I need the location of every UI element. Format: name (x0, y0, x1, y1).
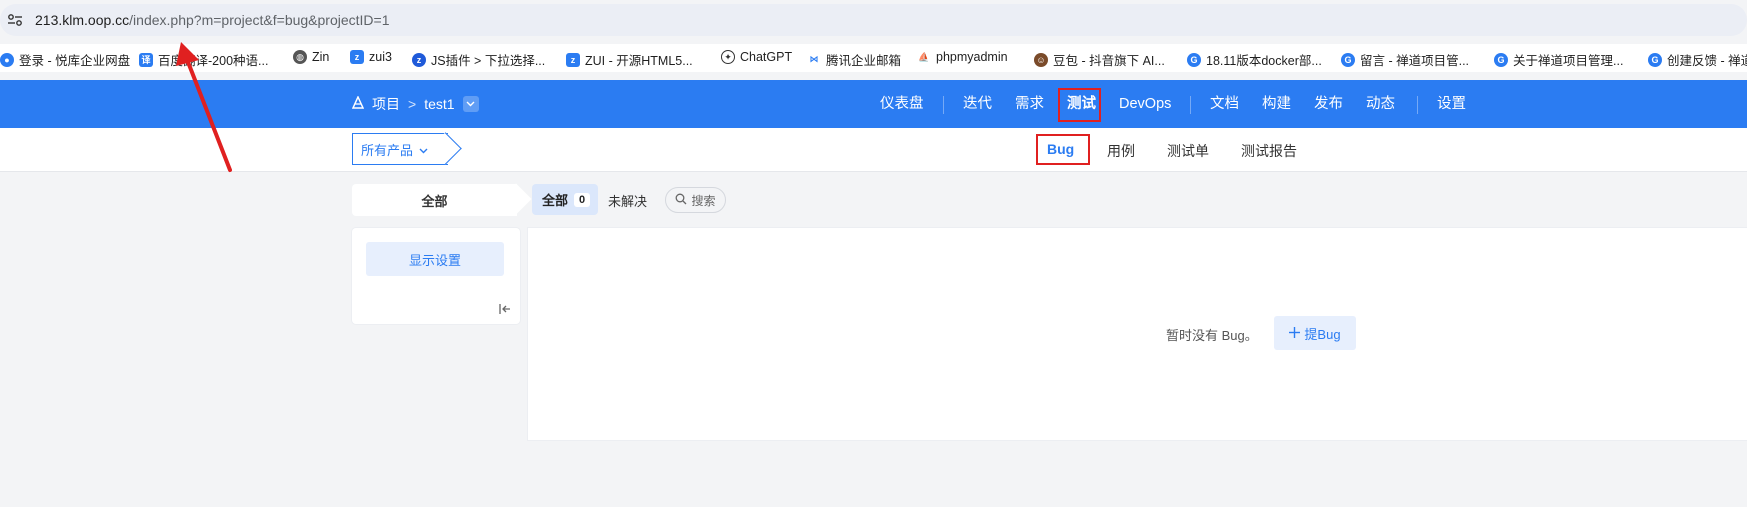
mail-icon: ⋈ (807, 52, 821, 67)
translate-icon: 译 (139, 52, 153, 67)
left-panel: 显示设置 (352, 228, 520, 324)
search-button[interactable]: 搜索 (665, 187, 726, 213)
highlight-box-testing (1058, 88, 1101, 122)
tab-testtask[interactable]: 测试单 (1167, 141, 1209, 161)
display-settings-button[interactable]: 显示设置 (366, 242, 504, 276)
add-bug-label: 提Bug (1304, 326, 1341, 342)
bookmark-label: ChatGPT (740, 50, 793, 64)
count-badge: 0 (574, 192, 591, 207)
bookmark-item[interactable]: ◍ Zin (293, 50, 329, 64)
plus-icon (1289, 326, 1301, 341)
main-panel: 暂时没有 Bug。 提Bug (528, 228, 1747, 440)
search-label: 搜索 (691, 193, 716, 208)
bookmark-item[interactable]: ⛵ phpmyadmin (917, 50, 1008, 64)
url-text[interactable]: 213.klm.oop.cc/index.php?m=project&f=bug… (35, 12, 390, 28)
phpmyadmin-icon: ⛵ (917, 50, 931, 64)
bookmark-label: 豆包 - 抖音旗下 AI... (1053, 54, 1165, 68)
bookmark-label: phpmyadmin (936, 50, 1008, 64)
nav-release[interactable]: 发布 (1314, 93, 1343, 115)
url-path: /index.php?m=project&f=bug&projectID=1 (129, 12, 390, 28)
nav-docs[interactable]: 文档 (1210, 93, 1239, 115)
filter-unresolved[interactable]: 未解决 (608, 191, 647, 210)
nav-divider (943, 96, 944, 114)
add-bug-button[interactable]: 提Bug (1274, 316, 1356, 350)
bookmark-item[interactable]: ● 登录 - 悦库企业网盘 (0, 50, 130, 69)
doubao-icon: ☺ (1034, 52, 1048, 67)
bookmark-label: zui3 (369, 50, 392, 64)
nav-activity[interactable]: 动态 (1366, 93, 1395, 115)
side-tab-label: 全部 (421, 193, 448, 209)
zentao-icon: G (1494, 52, 1508, 67)
nav-iteration[interactable]: 迭代 (963, 93, 992, 115)
nav-build[interactable]: 构建 (1262, 93, 1291, 115)
z-icon: z (412, 52, 426, 67)
product-select[interactable]: 所有产品 (352, 133, 448, 165)
product-select-label: 所有产品 (361, 142, 414, 158)
bookmark-item[interactable]: ☺ 豆包 - 抖音旗下 AI... (1034, 50, 1165, 69)
z-icon: z (350, 50, 364, 64)
globe-icon: ◍ (293, 50, 307, 64)
address-bar[interactable]: 213.klm.oop.cc/index.php?m=project&f=bug… (0, 4, 1747, 36)
bookmark-item[interactable]: ⋈ 腾讯企业邮箱 (807, 50, 901, 69)
site-info-icon[interactable] (4, 10, 26, 30)
nav-divider (1190, 96, 1191, 114)
side-tab-all[interactable]: 全部 (352, 184, 517, 216)
bookmark-label: 创建反馈 - 禅道 (1667, 54, 1747, 68)
sub-header: 所有产品 Bug 用例 测试单 测试报告 (0, 128, 1747, 172)
bookmark-item[interactable]: z JS插件 > 下拉选择... (412, 50, 545, 69)
search-icon (675, 193, 687, 208)
nav-divider (1417, 96, 1418, 114)
bookmark-item[interactable]: ✦ ChatGPT (721, 50, 792, 64)
nav-dashboard[interactable]: 仪表盘 (880, 93, 924, 115)
nav-requirements[interactable]: 需求 (1015, 93, 1044, 115)
nav-devops[interactable]: DevOps (1119, 93, 1171, 115)
bookmark-label: Zin (312, 50, 330, 64)
bookmark-item[interactable]: G 留言 - 禅道项目管... (1341, 50, 1469, 69)
nav-settings[interactable]: 设置 (1437, 93, 1466, 115)
bookmark-item[interactable]: z zui3 (350, 50, 392, 64)
bookmark-label: JS插件 > 下拉选择... (431, 54, 546, 68)
chatgpt-icon: ✦ (721, 50, 735, 64)
bookmark-item[interactable]: G 创建反馈 - 禅道 (1648, 50, 1747, 69)
bookmark-item[interactable]: z ZUI - 开源HTML5... (566, 50, 693, 69)
bookmark-label: 18.11版本docker部... (1206, 54, 1322, 68)
bookmark-item[interactable]: 译百度翻译-200种语... (139, 50, 268, 69)
filter-all-label: 全部 (542, 193, 569, 208)
main-nav: 仪表盘 迭代 需求 测试 DevOps 文档 构建 发布 动态 设置 (0, 80, 1747, 128)
bookmark-label: ZUI - 开源HTML5... (585, 54, 693, 68)
bookmark-item[interactable]: G 18.11版本docker部... (1187, 50, 1322, 69)
bookmark-item[interactable]: G 关于禅道项目管理... (1494, 50, 1623, 69)
bookmarks-bar: ● 登录 - 悦库企业网盘 译百度翻译-200种语... ◍ Zin z zui3 z… (0, 44, 1747, 72)
chevron-down-icon (419, 142, 428, 157)
app-header: 项目 > test1 仪表盘 迭代 需求 测试 DevOps 文档 构建 发布 … (0, 80, 1747, 128)
bookmark-label: 百度翻译-200种语... (158, 54, 269, 68)
z-icon: z (566, 52, 580, 67)
collapse-icon[interactable] (498, 302, 512, 316)
empty-state-text: 暂时没有 Bug。 (1166, 328, 1258, 343)
tab-cases[interactable]: 用例 (1107, 141, 1135, 161)
zentao-icon: G (1187, 52, 1201, 67)
highlight-box-bug (1036, 134, 1090, 165)
tab-test-report[interactable]: 测试报告 (1241, 141, 1297, 161)
zentao-icon: G (1648, 52, 1662, 67)
filter-all[interactable]: 全部 0 (532, 184, 598, 215)
url-host: 213.klm.oop.cc (35, 12, 130, 28)
bookmark-label: 腾讯企业邮箱 (826, 54, 902, 68)
zentao-icon: G (1341, 52, 1355, 67)
bookmark-label: 关于禅道项目管理... (1513, 54, 1624, 68)
bookmark-label: 登录 - 悦库企业网盘 (19, 54, 131, 68)
bookmark-label: 留言 - 禅道项目管... (1360, 54, 1470, 68)
cloud-icon: ● (0, 52, 14, 67)
